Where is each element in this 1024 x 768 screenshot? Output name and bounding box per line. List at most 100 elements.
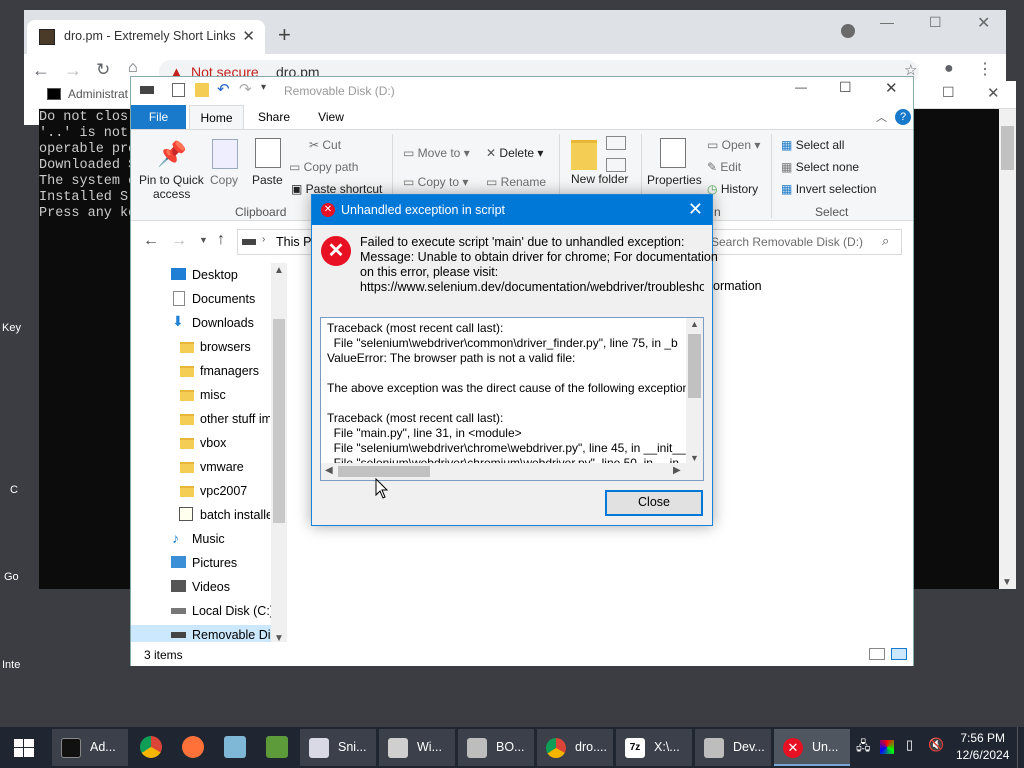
chrome-icon[interactable] <box>140 736 162 758</box>
invert-selection-button[interactable]: ▦ Invert selection <box>781 182 876 196</box>
close-button[interactable]: Close <box>605 490 703 516</box>
home-icon[interactable]: ⌂ <box>128 59 138 77</box>
nav-item-folder[interactable]: batch installe <box>200 508 270 522</box>
nav-item-music[interactable]: Music <box>192 532 225 546</box>
nav-item-removable-disk[interactable]: Removable Dis <box>192 628 270 642</box>
close-window-icon[interactable]: ✕ <box>977 13 990 33</box>
properties-button[interactable]: Properties <box>647 173 702 187</box>
new-folder-button[interactable]: New folder <box>571 173 628 186</box>
search-icon[interactable]: ⌕ <box>882 233 889 249</box>
history-button[interactable]: ◷ History <box>707 182 758 196</box>
tab-file[interactable]: File <box>131 105 186 129</box>
scroll-thumb[interactable] <box>1001 126 1014 170</box>
new-folder-icon[interactable] <box>195 83 209 97</box>
nav-item-folder[interactable]: fmanagers <box>200 364 259 378</box>
nav-item-desktop[interactable]: Desktop <box>192 268 238 282</box>
cut-button[interactable]: ✂ Cut <box>309 138 341 152</box>
windows-start-icon[interactable] <box>14 739 34 757</box>
new-item-icon[interactable] <box>606 136 626 150</box>
nav-item-pictures[interactable]: Pictures <box>192 556 237 570</box>
scroll-thumb[interactable] <box>338 466 430 477</box>
tab-share[interactable]: Share <box>249 105 299 129</box>
search-box[interactable]: Search Removable Disk (D:) ⌕ <box>704 229 902 255</box>
nav-item-videos[interactable]: Videos <box>192 580 230 594</box>
network-icon[interactable]: 🖧 <box>856 737 871 759</box>
traceback-box[interactable]: Traceback (most recent call last): File … <box>320 317 704 481</box>
taskbar-button-chrome[interactable]: dro.... <box>537 729 613 766</box>
taskbar-button-admin[interactable]: Ad... <box>52 729 128 766</box>
collapse-ribbon-icon[interactable]: ︿ <box>876 109 887 125</box>
scroll-up-icon[interactable]: ▲ <box>274 265 284 276</box>
minimize-icon[interactable]: — <box>880 14 894 30</box>
color-icon[interactable] <box>880 740 894 754</box>
back-icon[interactable]: ← <box>143 232 159 250</box>
volume-muted-icon[interactable]: 🔇 <box>928 737 944 753</box>
taskbar-button-snipping[interactable]: Sni... <box>300 729 376 766</box>
system-clock[interactable]: 7:56 PM 12/6/2024 <box>956 731 1009 762</box>
back-icon[interactable]: ← <box>32 60 50 81</box>
up-icon[interactable]: ↑ <box>217 231 225 249</box>
edit-button[interactable]: ✎ Edit <box>707 160 741 174</box>
nav-scrollbar[interactable]: ▲ ▼ <box>271 263 287 646</box>
taskbar-button-devices[interactable]: Dev... <box>695 729 771 766</box>
console-scrollbar[interactable]: ▼ <box>999 109 1016 589</box>
nav-item-folder[interactable]: browsers <box>200 340 251 354</box>
minimize-icon[interactable]: — <box>795 80 807 94</box>
move-to-button[interactable]: ▭ Move to ▾ <box>403 146 470 160</box>
nav-item-downloads[interactable]: Downloads <box>192 316 254 330</box>
tab-home[interactable]: Home <box>189 105 244 129</box>
taskbar-button-bo[interactable]: BO... <box>458 729 534 766</box>
close-dialog-icon[interactable]: ✕ <box>688 199 703 220</box>
nav-item-local-disk[interactable]: Local Disk (C:) <box>192 604 274 618</box>
scroll-down-icon[interactable]: ▼ <box>1002 577 1012 588</box>
scroll-thumb[interactable] <box>688 334 701 398</box>
copy-path-button[interactable]: ▭ Copy path <box>289 160 358 174</box>
app-icon[interactable] <box>224 736 246 758</box>
scroll-thumb[interactable] <box>273 319 285 523</box>
paste-button[interactable]: Paste <box>252 173 283 187</box>
nav-item-folder[interactable]: vbox <box>200 436 226 450</box>
close-window-icon[interactable]: ✕ <box>885 79 898 97</box>
nav-item-folder[interactable]: vmware <box>200 460 244 474</box>
nav-item-folder[interactable]: other stuff im <box>200 412 270 426</box>
new-tab-icon[interactable]: + <box>278 22 291 48</box>
large-icons-view-icon[interactable] <box>891 648 907 660</box>
open-button[interactable]: ▭ Open ▾ <box>707 138 760 152</box>
taskbar-button-exception[interactable]: ✕ Un... <box>774 729 850 766</box>
scroll-right-icon[interactable]: ▶ <box>673 465 681 476</box>
maximize-icon[interactable]: ☐ <box>942 84 955 101</box>
copy-button[interactable]: Copy <box>210 173 238 187</box>
maximize-icon[interactable]: ☐ <box>839 79 852 96</box>
maximize-icon[interactable]: ☐ <box>929 14 942 31</box>
select-none-button[interactable]: ▦ Select none <box>781 160 859 174</box>
undo-icon[interactable]: ↶ <box>217 80 230 98</box>
recent-locations-icon[interactable]: ▼ <box>199 235 208 245</box>
delete-button[interactable]: ✕ Delete ▾ <box>486 146 543 160</box>
tab-search-icon[interactable] <box>841 24 855 38</box>
profile-icon[interactable]: ● <box>944 60 954 78</box>
copy-to-button[interactable]: ▭ Copy to ▾ <box>403 175 468 189</box>
taskbar-button-7zip[interactable]: 7z X:\... <box>616 729 692 766</box>
close-window-icon[interactable]: ✕ <box>987 84 1000 102</box>
easy-access-icon[interactable] <box>606 158 626 172</box>
properties-icon[interactable] <box>172 83 185 97</box>
forward-icon[interactable]: → <box>64 60 82 81</box>
nav-item-folder[interactable]: vpc2007 <box>200 484 247 498</box>
details-view-icon[interactable] <box>869 648 885 660</box>
app-icon[interactable] <box>266 736 288 758</box>
nav-item-folder[interactable]: misc <box>200 388 226 402</box>
taskbar-button-wi[interactable]: Wi... <box>379 729 455 766</box>
rename-button[interactable]: ▭ Rename <box>486 175 546 189</box>
scroll-down-icon[interactable]: ▼ <box>690 453 699 463</box>
show-desktop-button[interactable] <box>1017 727 1024 768</box>
nav-item-documents[interactable]: Documents <box>192 292 255 306</box>
menu-icon[interactable]: ⋮ <box>977 59 993 79</box>
traceback-vscrollbar[interactable]: ▲ ▼ <box>686 318 703 464</box>
close-tab-icon[interactable]: ✕ <box>242 27 255 45</box>
firefox-icon[interactable] <box>182 736 204 758</box>
scroll-left-icon[interactable]: ◀ <box>325 465 333 476</box>
forward-icon[interactable]: → <box>171 232 187 250</box>
tab-view[interactable]: View <box>307 105 355 129</box>
browser-tab[interactable]: dro.pm - Extremely Short Links ✕ <box>27 20 265 54</box>
pin-to-quick-access-button[interactable]: Pin to Quick <box>139 173 204 187</box>
